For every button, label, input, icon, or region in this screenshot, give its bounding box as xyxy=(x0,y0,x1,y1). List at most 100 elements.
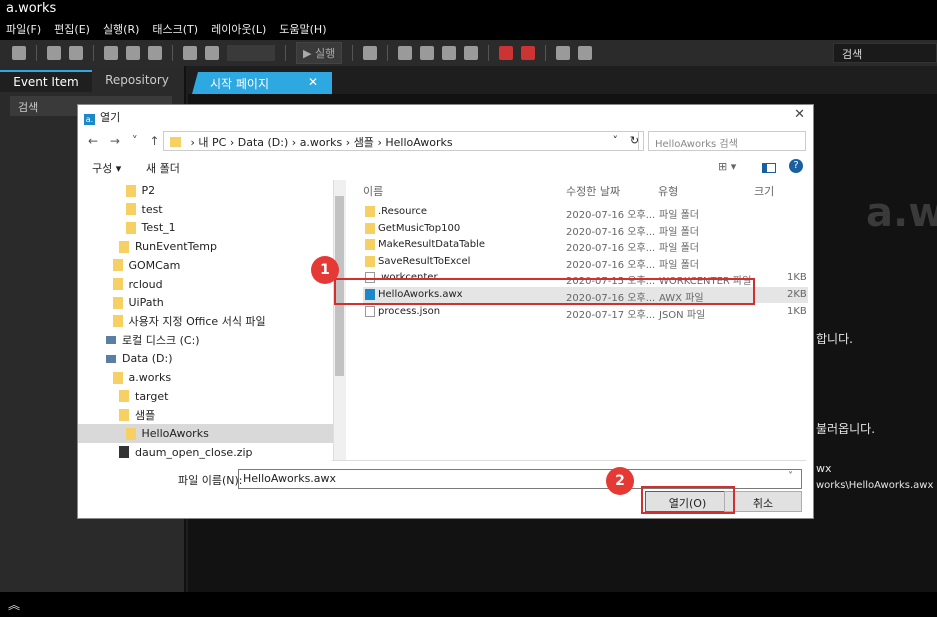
run-button[interactable]: ▶ 실행 xyxy=(296,42,343,64)
tree-item[interactable]: Test_1 xyxy=(78,218,333,237)
file-size: 1KB xyxy=(787,305,807,317)
address-bar[interactable]: › 내 PC › Data (D:) › a.works › 샘플 › Hell… xyxy=(163,131,639,151)
filename-label: 파일 이름(N): xyxy=(178,474,243,487)
drive-icon xyxy=(106,336,116,345)
col-type[interactable]: 유형 xyxy=(658,183,678,199)
zoom-select[interactable] xyxy=(227,45,275,61)
preview-pane-icon[interactable] xyxy=(762,163,776,173)
menu-task[interactable]: 태스크(T) xyxy=(152,18,205,40)
toolbar-search[interactable]: 검색 xyxy=(833,43,937,63)
filename-dropdown-icon[interactable]: ˅ xyxy=(788,471,793,482)
tree-item[interactable]: GOMCam xyxy=(78,256,333,275)
collapse-icon[interactable]: ︽ xyxy=(8,596,20,613)
view-options-icon[interactable]: ⊞ ▾ xyxy=(718,160,736,173)
col-size[interactable]: 크기 xyxy=(754,183,774,199)
file-row[interactable]: MakeResultDataTable 2020-07-16 오후... 파일 폴더 xyxy=(363,237,808,255)
tree-item[interactable]: rcloud xyxy=(78,275,333,294)
back-icon[interactable] xyxy=(47,46,61,60)
align-top-icon[interactable] xyxy=(578,46,593,60)
add-breakpoint-icon[interactable] xyxy=(499,46,514,60)
breadcrumb-aworks[interactable]: a.works xyxy=(300,136,343,149)
tab-event-item[interactable]: Event Item xyxy=(0,70,92,92)
menu-layout[interactable]: 레이아웃(L) xyxy=(211,18,273,40)
tree-item[interactable]: 샘플 xyxy=(78,405,333,424)
col-name[interactable]: 이름 xyxy=(363,183,383,199)
tree-item-label: RunEventTemp xyxy=(135,240,217,254)
breadcrumb-mypc[interactable]: 내 PC xyxy=(198,136,226,149)
zoom-in-icon[interactable] xyxy=(183,46,197,60)
divider xyxy=(332,460,806,461)
organize-button[interactable]: 구성 ▾ xyxy=(92,160,121,176)
stop-icon[interactable] xyxy=(363,46,378,60)
tree-item[interactable]: 로컬 디스크 (C:) xyxy=(78,331,333,350)
menu-file[interactable]: 파일(F) xyxy=(6,18,48,40)
file-row[interactable]: SaveResultToExcel 2020-07-16 오후... 파일 폴더 xyxy=(363,254,808,271)
tree-item[interactable]: UiPath xyxy=(78,293,333,312)
tree-item[interactable]: HelloAworks xyxy=(78,424,333,444)
menu-run[interactable]: 실행(R) xyxy=(103,18,146,40)
tree-item[interactable]: target xyxy=(78,387,333,406)
save-icon[interactable] xyxy=(12,46,26,60)
forward-icon[interactable] xyxy=(69,46,83,60)
file-date: 2020-07-16 오후... xyxy=(566,243,656,255)
tree-item[interactable]: RunEventTemp xyxy=(78,237,333,256)
tree-item-label: 샘플 xyxy=(135,408,156,422)
file-row[interactable]: process.json 2020-07-17 오후... JSON 파일 1KB xyxy=(363,304,808,321)
copy-icon[interactable] xyxy=(126,46,140,60)
folder-icon xyxy=(365,239,375,251)
cut-icon[interactable] xyxy=(104,46,118,60)
divider xyxy=(172,45,173,61)
file-row[interactable]: GetMusicTop100 2020-07-16 오후... 파일 폴더 xyxy=(363,221,808,238)
file-name: GetMusicTop100 xyxy=(378,222,461,234)
remove-breakpoint-icon[interactable] xyxy=(521,46,536,60)
toolbar: ▶ 실행 xyxy=(0,40,937,66)
help-icon[interactable]: ? xyxy=(789,159,803,173)
divider xyxy=(488,45,490,61)
open-file-dialog: a. 열기 ✕ ← → ˅ ↑ › 내 PC › Data (D:) › a.wo… xyxy=(77,104,814,519)
tree-item-label: Test_1 xyxy=(141,221,176,235)
refresh-icon[interactable]: ↻ xyxy=(626,131,644,151)
new-folder-button[interactable]: 새 폴더 xyxy=(146,160,180,176)
step-into-icon[interactable] xyxy=(420,46,435,60)
close-icon[interactable]: ✕ xyxy=(794,107,805,122)
breadcrumb-sample[interactable]: 샘플 xyxy=(354,136,374,149)
background-text: 불러옵니다. xyxy=(816,422,876,436)
file-row[interactable]: .Resource 2020-07-16 오후... 파일 폴더 xyxy=(363,204,808,221)
paste-icon[interactable] xyxy=(148,46,162,60)
address-sep: › xyxy=(291,136,297,149)
tree-item[interactable]: 사용자 지정 Office 서식 파일 xyxy=(78,312,333,331)
breadcrumb-helloaworks[interactable]: HelloAworks xyxy=(385,136,452,149)
tree-item-label: P2 xyxy=(141,184,156,197)
folder-icon xyxy=(119,240,129,253)
folder-icon xyxy=(119,408,129,421)
folder-icon xyxy=(112,259,123,272)
tree-item-label: 사용자 지정 Office 서식 파일 xyxy=(128,315,266,329)
tree-item[interactable]: Data (D:) xyxy=(78,349,333,368)
menu-help[interactable]: 도움말(H) xyxy=(279,18,333,40)
step-out-icon[interactable] xyxy=(464,46,479,60)
step-over-icon[interactable] xyxy=(398,46,413,60)
zip-icon xyxy=(119,446,129,459)
address-dropdown-icon[interactable]: ˅ xyxy=(613,134,619,147)
tab-repository[interactable]: Repository xyxy=(94,70,180,92)
tree-item[interactable]: test xyxy=(78,200,333,219)
nav-arrows[interactable]: ← → ˅ ↑ xyxy=(88,134,164,148)
tree-item[interactable]: P2 xyxy=(78,181,333,200)
zoom-out-icon[interactable] xyxy=(205,46,219,60)
divider xyxy=(545,45,547,61)
dialog-title-text: 열기 xyxy=(100,111,121,124)
cancel-button[interactable]: 취소 xyxy=(724,491,802,512)
folder-icon xyxy=(125,427,136,440)
dialog-search-input[interactable]: HelloAworks 검색 xyxy=(648,131,806,151)
menu-edit[interactable]: 편집(E) xyxy=(54,18,97,40)
close-tab-icon[interactable]: ✕ xyxy=(308,75,318,89)
folder-icon xyxy=(365,255,375,267)
breadcrumb-data-d[interactable]: Data (D:) xyxy=(238,136,289,149)
tree-item[interactable]: a.works xyxy=(78,368,333,387)
step-back-icon[interactable] xyxy=(442,46,457,60)
align-icon[interactable] xyxy=(556,46,571,60)
file-date: 2020-07-16 오후... xyxy=(566,210,656,221)
tree-item-label: target xyxy=(135,389,169,403)
col-date[interactable]: 수정한 날짜 xyxy=(566,183,620,199)
tree-item[interactable]: daum_open_close.zip xyxy=(78,443,333,460)
